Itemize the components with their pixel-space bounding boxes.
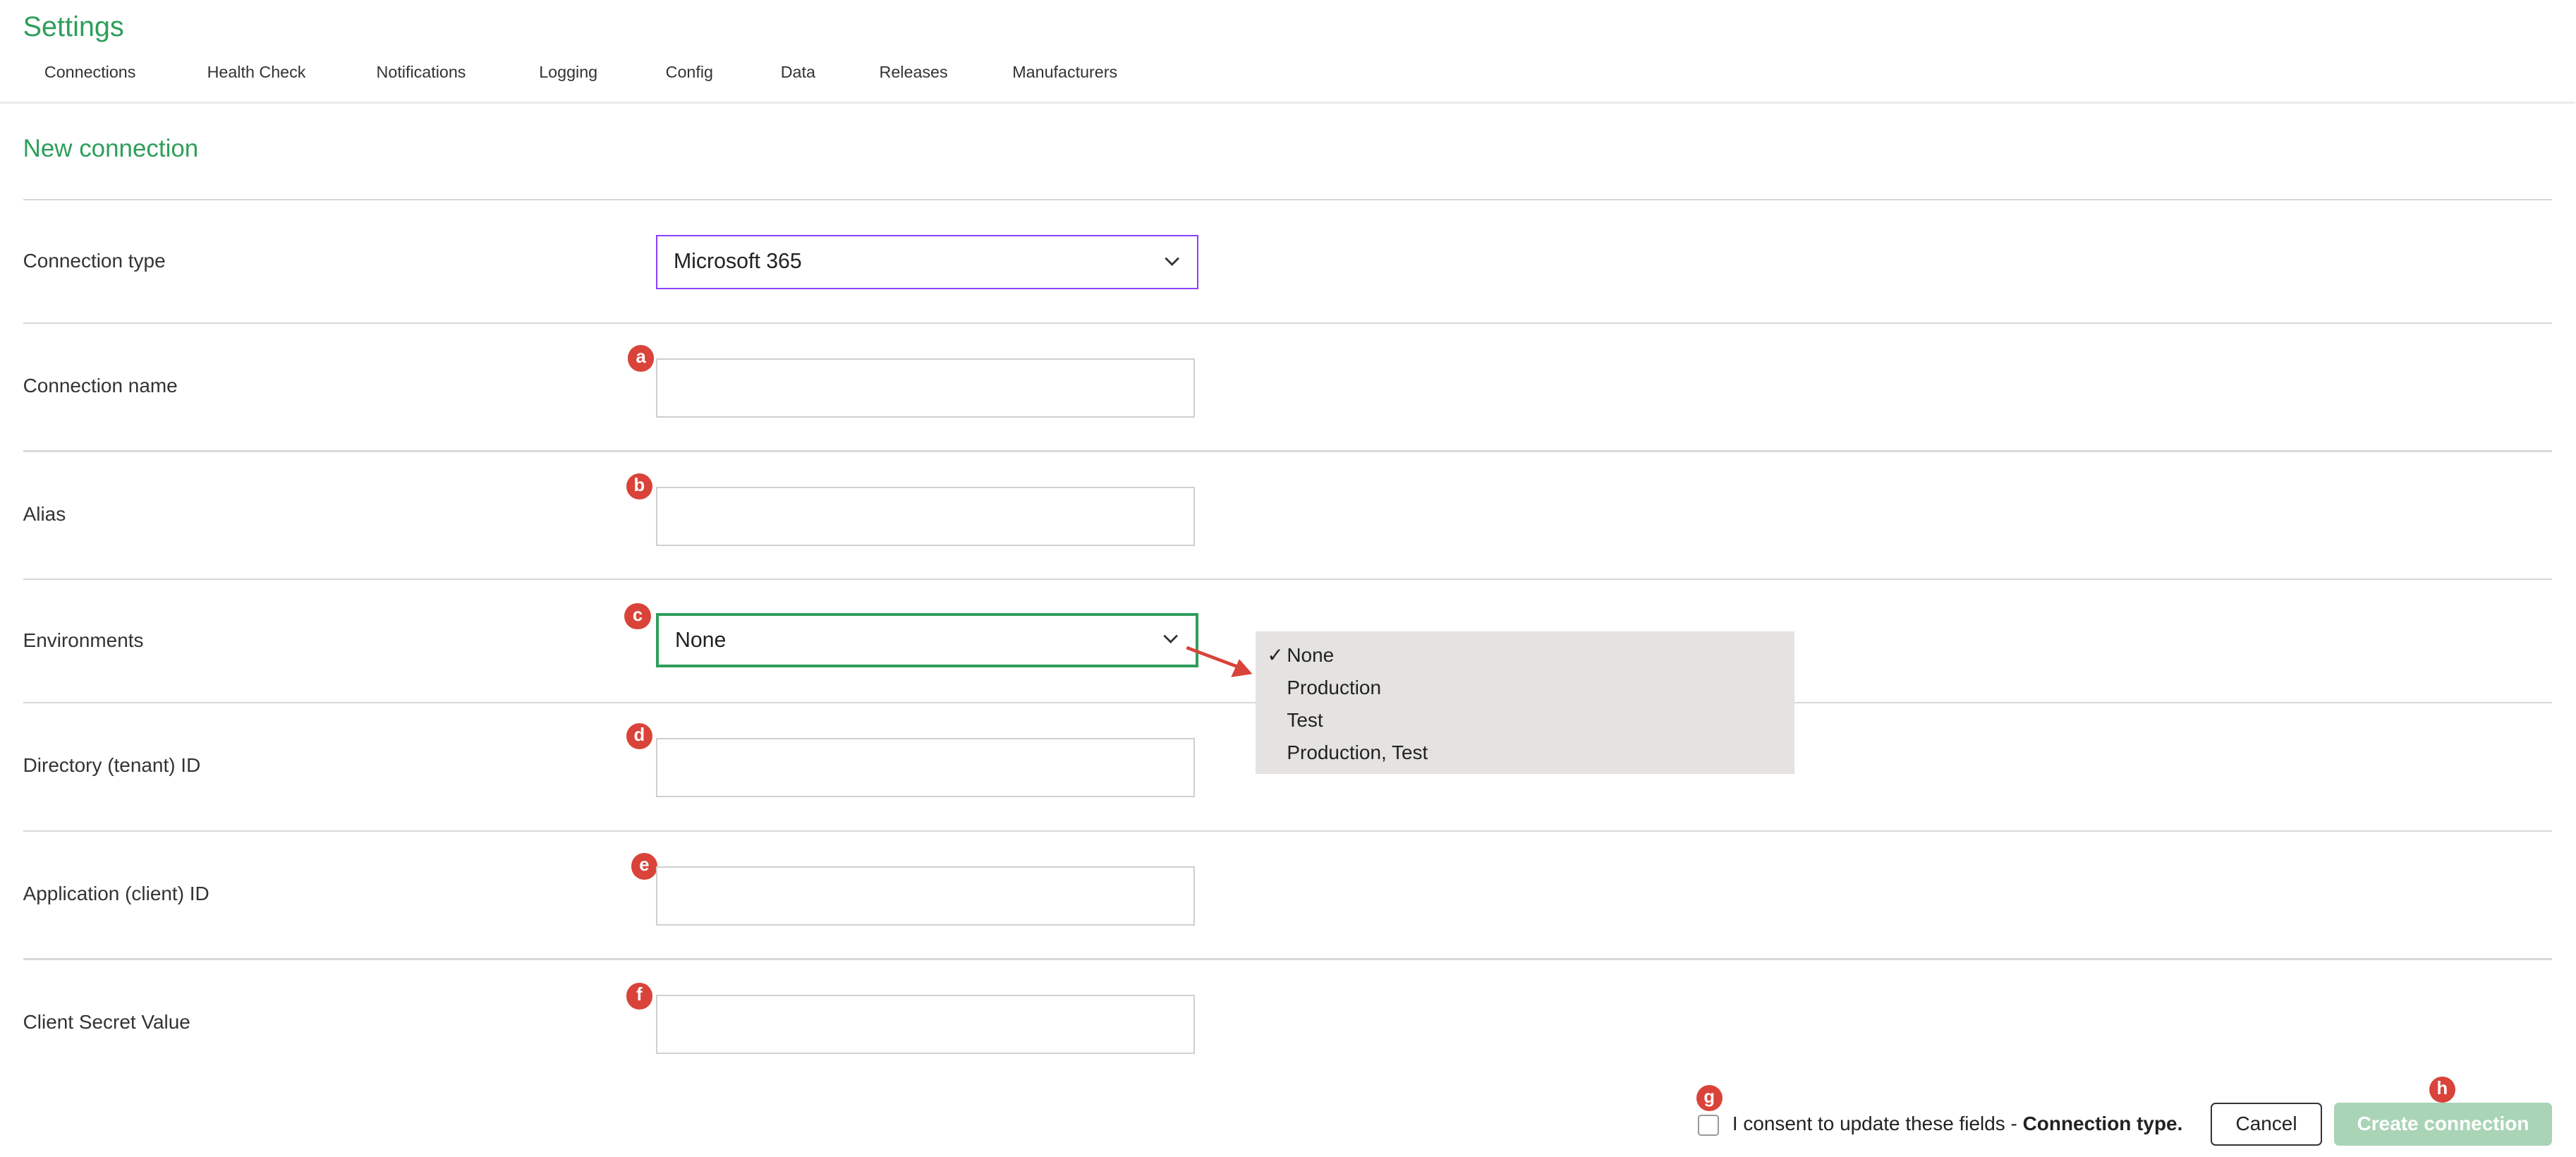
- connection-type-select[interactable]: Microsoft 365: [655, 235, 1198, 290]
- chevron-down-icon: [1163, 635, 1178, 644]
- annotation-badge-e: e: [631, 853, 657, 880]
- red-arrow-icon: [1186, 646, 1253, 677]
- row-divider: [23, 322, 2553, 324]
- row-divider: [23, 450, 2553, 452]
- cancel-button[interactable]: Cancel: [2210, 1103, 2323, 1146]
- alias-input[interactable]: [655, 486, 1195, 546]
- dropdown-option-production[interactable]: Production: [1256, 672, 1794, 704]
- dropdown-option-production-test[interactable]: Production, Test: [1256, 737, 1794, 769]
- directory-id-input[interactable]: [655, 738, 1195, 798]
- consent-label: I consent to update these fields - Conne…: [1732, 1113, 2183, 1135]
- dropdown-option-label: Production: [1287, 677, 1382, 699]
- dropdown-option-test[interactable]: Test: [1256, 704, 1794, 737]
- annotation-badge-h: h: [2429, 1077, 2455, 1103]
- tab-notifications[interactable]: Notifications: [377, 63, 466, 82]
- row-divider: [23, 958, 2553, 960]
- application-id-label: Application (client) ID: [23, 883, 209, 905]
- dropdown-option-label: Production, Test: [1287, 741, 1428, 764]
- tab-data[interactable]: Data: [781, 63, 815, 82]
- tab-connections[interactable]: Connections: [44, 63, 136, 82]
- dropdown-option-none[interactable]: ✓ None: [1256, 639, 1794, 672]
- annotation-badge-g: g: [1696, 1084, 1723, 1112]
- annotation-badge-c: c: [624, 603, 651, 630]
- connection-type-value: Microsoft 365: [673, 250, 802, 274]
- consent-text: I consent to update these fields -: [1732, 1113, 2023, 1135]
- alias-label: Alias: [23, 502, 66, 525]
- tab-releases[interactable]: Releases: [880, 63, 948, 82]
- create-connection-button[interactable]: Create connection: [2333, 1103, 2553, 1146]
- annotation-badge-a: a: [628, 345, 655, 372]
- environments-label: Environments: [23, 629, 144, 652]
- tab-manufacturers[interactable]: Manufacturers: [1012, 63, 1117, 82]
- environments-dropdown-menu: ✓ None Production Test Production, Test: [1256, 631, 1795, 775]
- chevron-down-icon: [1165, 257, 1179, 266]
- tab-logging[interactable]: Logging: [539, 63, 597, 82]
- consent-field-name: Connection type.: [2022, 1113, 2183, 1135]
- dropdown-option-label: Test: [1287, 709, 1323, 732]
- application-id-input[interactable]: [655, 866, 1195, 926]
- tab-health-check[interactable]: Health Check: [207, 63, 306, 82]
- row-divider: [23, 830, 2553, 832]
- section-title: New connection: [23, 135, 199, 163]
- connection-name-input[interactable]: [655, 358, 1195, 418]
- annotation-badge-f: f: [626, 983, 652, 1010]
- row-divider: [23, 578, 2553, 581]
- row-divider: [23, 198, 2553, 201]
- consent-checkbox[interactable]: [1697, 1114, 1720, 1137]
- environments-value: None: [674, 629, 727, 653]
- directory-id-label: Directory (tenant) ID: [23, 754, 201, 777]
- annotation-badge-d: d: [626, 723, 652, 750]
- annotation-badge-b: b: [626, 473, 652, 500]
- connection-name-label: Connection name: [23, 375, 178, 397]
- checkmark-icon: ✓: [1267, 644, 1284, 667]
- client-secret-input[interactable]: [655, 994, 1195, 1054]
- tab-config[interactable]: Config: [666, 63, 713, 82]
- nav-divider: [0, 102, 2576, 104]
- client-secret-label: Client Secret Value: [23, 1010, 190, 1033]
- connection-type-label: Connection type: [23, 250, 166, 272]
- environments-select[interactable]: None: [655, 613, 1198, 667]
- dropdown-option-label: None: [1287, 644, 1335, 667]
- app-title: Settings: [23, 11, 124, 43]
